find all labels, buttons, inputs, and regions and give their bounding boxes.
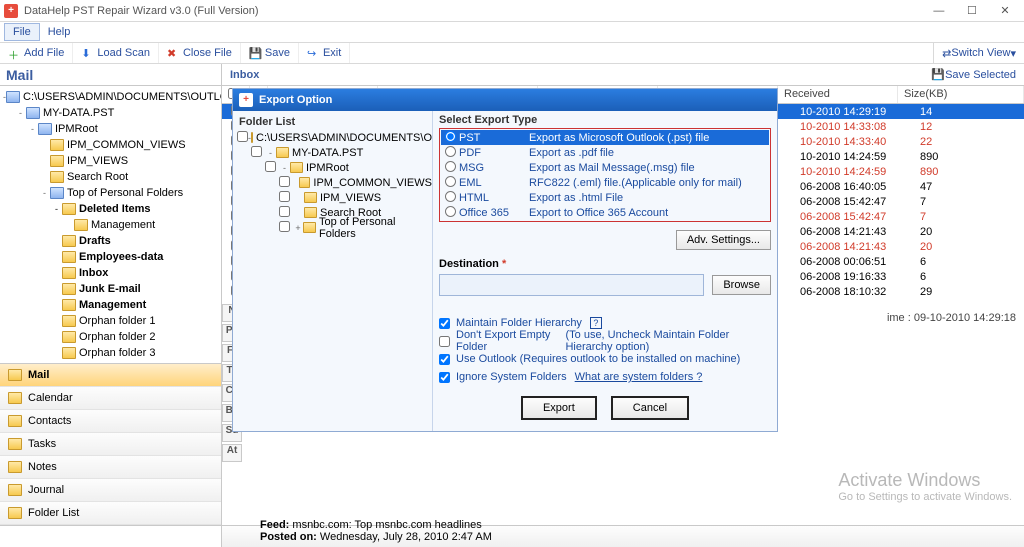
tree-item[interactable]: Orphan folder 2 — [3, 329, 218, 345]
menu-file[interactable]: File — [4, 23, 40, 41]
empty-folder-checkbox[interactable] — [439, 336, 450, 347]
folder-list-header: Folder List — [233, 114, 432, 130]
tree-item[interactable]: Employees-data — [3, 249, 218, 265]
export-type-eml[interactable]: EMLRFC822 (.eml) file.(Applicable only f… — [441, 175, 769, 190]
export-type-pst[interactable]: PSTExport as Microsoft Outlook (.pst) fi… — [441, 130, 769, 145]
maximize-button[interactable]: ☐ — [957, 4, 987, 17]
dialog-logo-icon: + — [239, 93, 253, 107]
plus-icon: ＋ — [8, 47, 20, 59]
close-file-icon: ✖ — [167, 47, 179, 59]
maintain-hierarchy-checkbox[interactable] — [439, 318, 450, 329]
export-tree-item[interactable]: IPM_VIEWS — [233, 190, 432, 205]
export-type-msg[interactable]: MSGExport as Mail Message(.msg) file — [441, 160, 769, 175]
export-type-html[interactable]: HTMLExport as .html File — [441, 190, 769, 205]
menubar: File Help — [0, 22, 1024, 42]
nav-mail[interactable]: Mail — [0, 364, 221, 387]
save-icon: 💾 — [249, 47, 261, 59]
cancel-button[interactable]: Cancel — [611, 396, 689, 420]
app-logo-icon: + — [4, 4, 18, 18]
help-icon[interactable]: ? — [590, 317, 602, 329]
nav-contacts[interactable]: Contacts — [0, 410, 221, 433]
tree-item[interactable]: IPM_VIEWS — [3, 153, 218, 169]
export-tree-item[interactable]: -IPMRoot — [233, 160, 432, 175]
tree-item[interactable]: Management — [3, 297, 218, 313]
nav-buttons: MailCalendarContactsTasksNotesJournalFol… — [0, 363, 221, 525]
left-header: Mail — [0, 64, 221, 86]
ignore-system-checkbox[interactable] — [439, 372, 450, 383]
menu-help[interactable]: Help — [40, 24, 79, 40]
save-button[interactable]: 💾Save — [241, 43, 299, 63]
export-button[interactable]: Export — [521, 396, 597, 420]
exit-icon: ↪ — [307, 47, 319, 59]
close-file-button[interactable]: ✖Close File — [159, 43, 241, 63]
toolbar: ＋Add File ⬇Load Scan ✖Close File 💾Save ↪… — [0, 42, 1024, 64]
tree-item[interactable]: -Deleted Items — [3, 201, 218, 217]
folder-tree[interactable]: -C:\USERS\ADMIN\DOCUMENTS\OUTLOOK F-MY-D… — [0, 86, 221, 363]
nav-folder-list[interactable]: Folder List — [0, 502, 221, 525]
adv-settings-button[interactable]: Adv. Settings... — [676, 230, 771, 250]
dialog-title: Export Option — [259, 94, 332, 106]
activate-windows: Activate Windows Go to Settings to activ… — [838, 470, 1012, 503]
switch-view-button[interactable]: ⇄Switch View ▾ — [933, 43, 1024, 63]
browse-button[interactable]: Browse — [712, 275, 771, 295]
tree-item[interactable]: -MY-DATA.PST — [3, 105, 218, 121]
export-type-header: Select Export Type — [439, 114, 771, 126]
download-icon: ⬇ — [81, 47, 93, 59]
export-tree-item[interactable]: -MY-DATA.PST — [233, 145, 432, 160]
export-tree-item[interactable]: +Top of Personal Folders — [233, 220, 432, 235]
tree-item[interactable]: Orphan folder 3 — [3, 345, 218, 361]
destination-label: Destination — [439, 258, 499, 270]
tree-item[interactable]: -Top of Personal Folders — [3, 185, 218, 201]
tree-item[interactable]: Junk E-mail — [3, 281, 218, 297]
nav-tasks[interactable]: Tasks — [0, 433, 221, 456]
tree-item[interactable]: IPM_COMMON_VIEWS — [3, 137, 218, 153]
close-button[interactable]: ✕ — [990, 4, 1020, 17]
destination-input[interactable] — [439, 274, 704, 296]
tree-item[interactable]: Drafts — [3, 233, 218, 249]
nav-notes[interactable]: Notes — [0, 456, 221, 479]
save-selected-button[interactable]: 💾 Save Selected — [931, 68, 1016, 81]
export-type-office-365[interactable]: Office 365Export to Office 365 Account — [441, 205, 769, 220]
grid-header: Inbox — [230, 69, 259, 81]
window-title: DataHelp PST Repair Wizard v3.0 (Full Ve… — [24, 5, 924, 17]
minimize-button[interactable]: — — [924, 5, 954, 17]
add-file-button[interactable]: ＋Add File — [0, 43, 73, 63]
exit-button[interactable]: ↪Exit — [299, 43, 350, 63]
tree-item[interactable]: Search Root — [3, 169, 218, 185]
use-outlook-checkbox[interactable] — [439, 354, 450, 365]
tree-item[interactable]: -C:\USERS\ADMIN\DOCUMENTS\OUTLOOK F — [3, 89, 218, 105]
tree-item[interactable]: Management — [3, 217, 218, 233]
export-tree-item[interactable]: -C:\USERS\ADMIN\DOCUMENTS\O — [233, 130, 432, 145]
system-folders-link[interactable]: What are system folders ? — [575, 371, 703, 383]
export-dialog: + Export Option Folder List -C:\USERS\ADM… — [232, 88, 778, 432]
export-tree-item[interactable]: IPM_COMMON_VIEWS — [233, 175, 432, 190]
tree-item[interactable]: Orphan folder 1 — [3, 313, 218, 329]
tree-item[interactable]: Inbox — [3, 265, 218, 281]
load-scan-button[interactable]: ⬇Load Scan — [73, 43, 159, 63]
titlebar: + DataHelp PST Repair Wizard v3.0 (Full … — [0, 0, 1024, 22]
preview-tab[interactable]: At — [222, 444, 242, 462]
export-types: PSTExport as Microsoft Outlook (.pst) fi… — [439, 128, 771, 222]
nav-journal[interactable]: Journal — [0, 479, 221, 502]
export-type-pdf[interactable]: PDFExport as .pdf file — [441, 145, 769, 160]
switch-icon: ⇄ — [942, 47, 951, 60]
nav-calendar[interactable]: Calendar — [0, 387, 221, 410]
tree-item[interactable]: -IPMRoot — [3, 121, 218, 137]
